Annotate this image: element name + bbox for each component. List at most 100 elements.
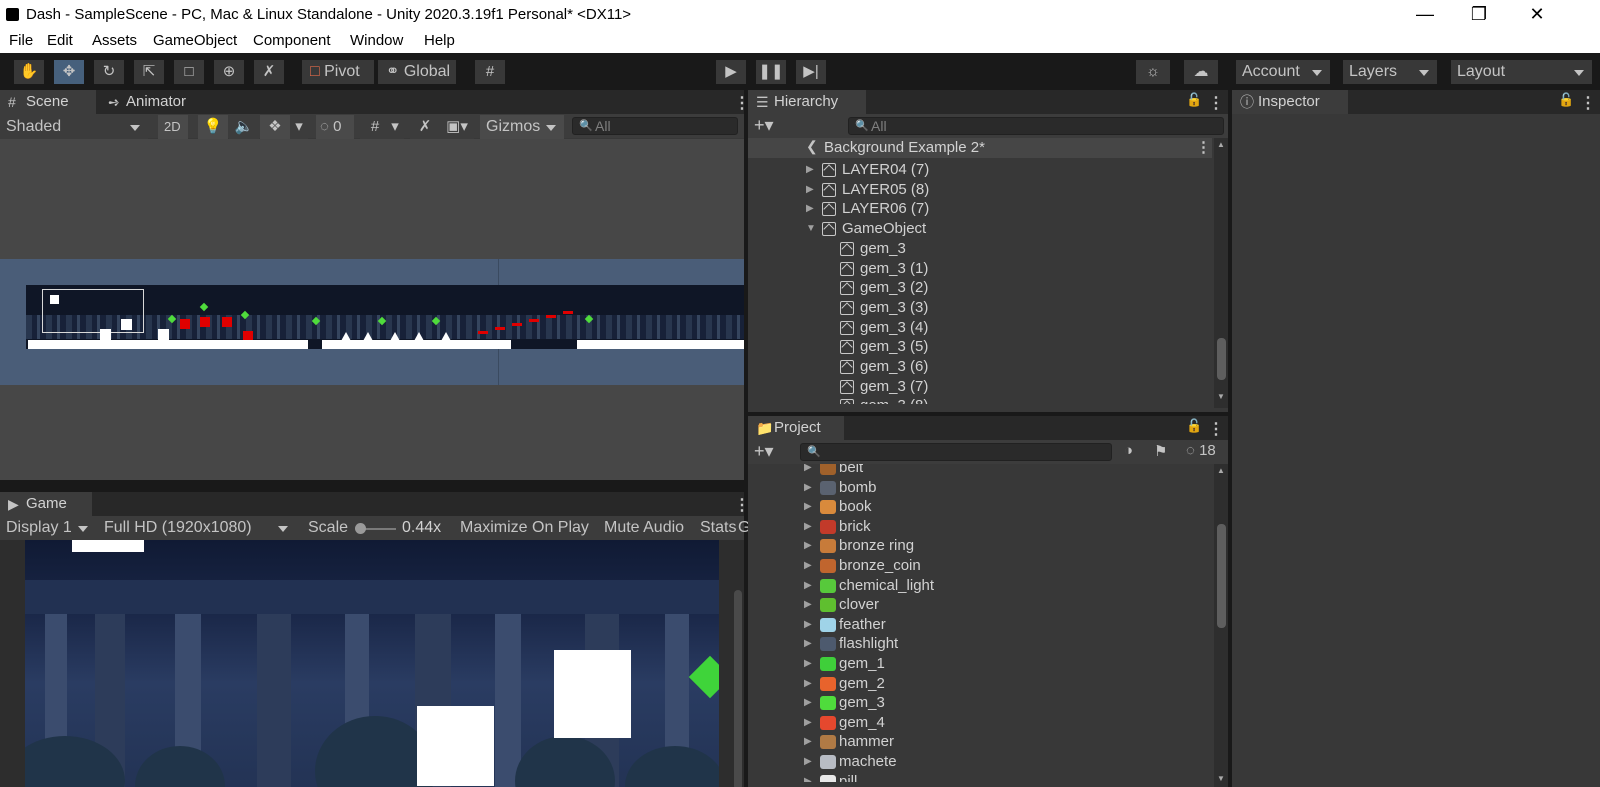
minimize-button[interactable]: — — [1402, 0, 1448, 29]
scene-root-menu-icon[interactable]: ⋮ — [1196, 138, 1211, 156]
expand-right-icon[interactable]: ▶ — [804, 478, 812, 498]
scene-search-input[interactable]: 🔍 All — [572, 117, 738, 135]
expand-right-icon[interactable]: ▶ — [804, 693, 812, 713]
account-dropdown[interactable]: Account — [1236, 60, 1330, 84]
project-asset-item[interactable]: ▶ hammer — [748, 732, 1212, 752]
project-asset-item[interactable]: ▶ flashlight — [748, 634, 1212, 654]
hierarchy-item[interactable]: gem_3 (5) — [748, 337, 1212, 357]
hidden-packages-toggle[interactable]: ◌ 18 — [1186, 442, 1216, 459]
project-asset-item[interactable]: ▶ book — [748, 497, 1212, 517]
tab-scene[interactable]: # Scene — [0, 90, 96, 114]
filter-type-icon[interactable]: ◑ — [1124, 442, 1133, 459]
hierarchy-item[interactable]: gem_3 — [748, 239, 1212, 259]
menu-help[interactable]: Help — [424, 32, 455, 49]
expand-right-icon[interactable]: ▶ — [806, 199, 814, 219]
project-asset-item[interactable]: ▶ feather — [748, 615, 1212, 635]
effects-caret-icon[interactable]: ▾ — [290, 115, 308, 139]
pivot-toggle[interactable]: □ Pivot — [302, 60, 374, 84]
tab-project[interactable]: 📁 Project — [748, 416, 844, 440]
game-scrollbar[interactable] — [734, 580, 742, 787]
lighting-icon[interactable]: 💡 — [198, 115, 228, 139]
mute-audio-toggle[interactable]: Mute Audio — [596, 516, 690, 540]
project-asset-item[interactable]: ▶ gem_4 — [748, 713, 1212, 733]
project-menu-icon[interactable]: ⋮ — [1208, 419, 1224, 439]
audio-icon[interactable]: 🔈 — [229, 115, 259, 139]
expand-right-icon[interactable]: ▶ — [804, 634, 812, 654]
project-asset-item[interactable]: ▶ gem_2 — [748, 674, 1212, 694]
layout-dropdown[interactable]: Layout — [1451, 60, 1592, 84]
grid-snap-icon[interactable]: # — [475, 60, 505, 84]
cloud-icon[interactable]: ☁ — [1184, 60, 1218, 84]
camera-icon[interactable]: ▣▾ — [440, 115, 474, 139]
transform-tool-icon[interactable]: ⊕ — [214, 60, 244, 84]
project-scrollbar[interactable]: ▲ ▼ — [1214, 464, 1228, 787]
tab-inspector[interactable]: ⓘ Inspector — [1232, 90, 1348, 114]
pause-button[interactable]: ❚❚ — [756, 60, 786, 84]
scroll-down-icon[interactable]: ▼ — [1217, 774, 1225, 783]
hierarchy-item[interactable]: gem_3 (8) — [748, 396, 1212, 404]
expand-down-icon[interactable]: ▼ — [806, 219, 816, 239]
project-asset-item[interactable]: ▶ gem_1 — [748, 654, 1212, 674]
scene-viewport[interactable] — [0, 139, 744, 480]
shading-dropdown[interactable]: Shaded — [0, 115, 148, 139]
layers-dropdown[interactable]: Layers — [1343, 60, 1437, 84]
hierarchy-item[interactable]: gem_3 (3) — [748, 298, 1212, 318]
menu-file[interactable]: File — [9, 32, 33, 49]
expand-right-icon[interactable]: ▶ — [804, 536, 812, 556]
move-tool-icon[interactable]: ✥ — [54, 60, 84, 84]
effects-icon[interactable]: ❖ — [260, 115, 290, 139]
hierarchy-scrollbar-thumb[interactable] — [1217, 338, 1226, 380]
services-icon[interactable]: ☼ — [1136, 60, 1170, 84]
expand-right-icon[interactable]: ▶ — [804, 517, 812, 537]
project-asset-item[interactable]: ▶ bronze ring — [748, 536, 1212, 556]
hierarchy-item[interactable]: gem_3 (1) — [748, 259, 1212, 279]
hierarchy-item[interactable]: gem_3 (7) — [748, 377, 1212, 397]
hand-tool-icon[interactable]: ✋ — [14, 60, 44, 84]
menu-gameobject[interactable]: GameObject — [153, 32, 237, 49]
maximize-on-play-toggle[interactable]: Maximize On Play — [452, 516, 592, 540]
scale-tool-icon[interactable]: ⇱ — [134, 60, 164, 84]
project-asset-item[interactable]: ▶ pill — [748, 772, 1212, 782]
expand-right-icon[interactable]: ▶ — [804, 576, 812, 596]
rotate-tool-icon[interactable]: ↻ — [94, 60, 124, 84]
hierarchy-item[interactable]: gem_3 (2) — [748, 278, 1212, 298]
grid-caret-icon[interactable]: ▾ — [386, 115, 404, 139]
project-asset-item[interactable]: ▶ gem_3 — [748, 693, 1212, 713]
expand-right-icon[interactable]: ▶ — [804, 595, 812, 615]
gizmos-dropdown[interactable]: Gizmos — [480, 115, 564, 139]
hierarchy-item-gameobject[interactable]: ▼ GameObject — [748, 219, 1212, 239]
resolution-dropdown[interactable]: Full HD (1920x1080) — [98, 516, 296, 540]
2d-toggle[interactable]: 2D — [158, 115, 188, 139]
display-dropdown[interactable]: Display 1 — [0, 516, 96, 540]
menu-window[interactable]: Window — [350, 32, 403, 49]
tab-animator[interactable]: ➺ Animator — [100, 90, 220, 114]
lock-icon[interactable]: 🔓 — [1186, 418, 1202, 434]
scroll-up-icon[interactable]: ▲ — [1217, 466, 1225, 475]
hierarchy-search-input[interactable]: 🔍 All — [848, 117, 1224, 135]
expand-right-icon[interactable]: ▶ — [804, 556, 812, 576]
project-scrollbar-thumb[interactable] — [1217, 524, 1226, 628]
tools-icon[interactable]: ✗ — [410, 115, 440, 139]
create-plus-icon[interactable]: +▾ — [754, 115, 774, 136]
expand-right-icon[interactable]: ▶ — [804, 713, 812, 733]
project-asset-item[interactable]: ▶ bronze_coin — [748, 556, 1212, 576]
hierarchy-scrollbar[interactable]: ▲ ▼ — [1214, 138, 1228, 408]
close-button[interactable]: ✕ — [1514, 0, 1560, 29]
game-viewport[interactable] — [0, 540, 744, 787]
play-button[interactable]: ▶ — [716, 60, 746, 84]
scene-root-row[interactable]: ❮ Background Example 2* ⋮ — [748, 138, 1212, 158]
tab-hierarchy[interactable]: ☰ Hierarchy — [748, 90, 866, 114]
lock-icon[interactable]: 🔓 — [1558, 92, 1574, 108]
global-toggle[interactable]: ⚭ Global — [378, 60, 456, 84]
lock-icon[interactable]: 🔓 — [1186, 92, 1202, 108]
maximize-button[interactable]: ❐ — [1456, 0, 1502, 29]
project-search-input[interactable]: 🔍 — [800, 443, 1112, 461]
scale-slider-knob[interactable] — [355, 523, 366, 534]
project-asset-item[interactable]: ▶ belt — [748, 464, 1212, 478]
menu-assets[interactable]: Assets — [92, 32, 137, 49]
project-asset-item[interactable]: ▶ clover — [748, 595, 1212, 615]
menu-component[interactable]: Component — [253, 32, 331, 49]
hierarchy-item[interactable]: ▶ LAYER05 (8) — [748, 180, 1212, 200]
menu-edit[interactable]: Edit — [47, 32, 73, 49]
hierarchy-item[interactable]: gem_3 (4) — [748, 318, 1212, 338]
